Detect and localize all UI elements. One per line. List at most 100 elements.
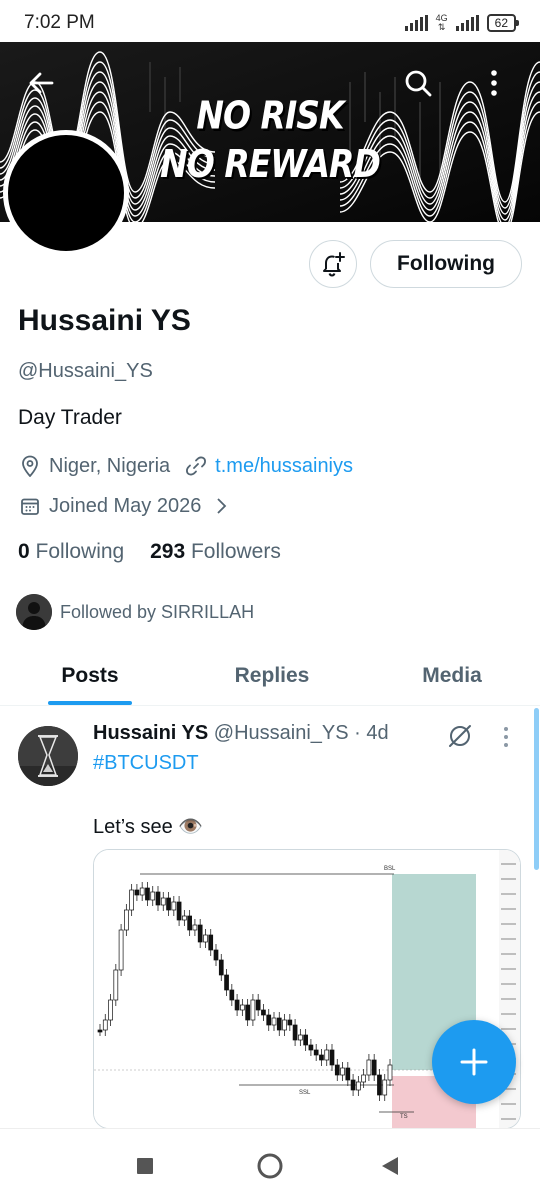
candle-body bbox=[308, 1044, 314, 1051]
tab-posts[interactable]: Posts bbox=[48, 650, 132, 705]
home-button[interactable] bbox=[255, 1151, 285, 1181]
tab-replies[interactable]: Replies bbox=[230, 650, 314, 705]
post-hashtag[interactable]: #BTCUSDT bbox=[93, 752, 199, 775]
profile-location: Niger, Nigeria bbox=[49, 454, 171, 477]
candle-body bbox=[287, 1019, 293, 1026]
candle-body bbox=[282, 1019, 287, 1031]
follow-counts: 0 Following 293 Followers bbox=[18, 540, 281, 564]
candle-body bbox=[255, 999, 261, 1011]
post-author-avatar[interactable] bbox=[18, 726, 78, 786]
grok-icon bbox=[449, 725, 471, 747]
candle-body bbox=[129, 889, 134, 911]
notifications-button[interactable] bbox=[309, 240, 357, 288]
following-button[interactable]: Following bbox=[370, 240, 522, 288]
post-header: Hussaini YS @Hussaini_YS · 4d bbox=[93, 722, 389, 745]
profile-link[interactable]: t.me/hussainiys bbox=[215, 455, 353, 478]
candle-body bbox=[245, 1004, 250, 1021]
bsl-label: BSL bbox=[384, 866, 396, 872]
candle-body bbox=[124, 909, 129, 931]
followers-count-link[interactable]: 293 Followers bbox=[150, 540, 281, 563]
system-nav-bar bbox=[0, 1128, 540, 1200]
post-more-button[interactable] bbox=[502, 726, 510, 753]
candle-body bbox=[150, 891, 156, 901]
candle-body bbox=[324, 1049, 330, 1061]
followers-count: 293 bbox=[150, 540, 186, 563]
profile-handle: @Hussaini_YS bbox=[18, 360, 153, 382]
candle-body bbox=[292, 1024, 298, 1041]
tab-media[interactable]: Media bbox=[410, 650, 494, 705]
recents-button[interactable] bbox=[130, 1151, 160, 1181]
candle-body bbox=[313, 1049, 319, 1056]
candle-body bbox=[334, 1064, 340, 1076]
square-icon bbox=[137, 1158, 153, 1174]
triangle-back-icon bbox=[382, 1157, 398, 1175]
plus-icon bbox=[460, 1048, 488, 1076]
candle-body bbox=[160, 897, 166, 906]
status-time: 7:02 PM bbox=[24, 12, 95, 33]
candle-body bbox=[213, 949, 219, 961]
candle-body bbox=[356, 1081, 361, 1091]
candle-body bbox=[229, 989, 235, 1001]
post-text: Let’s see 👁️ bbox=[93, 816, 204, 838]
arrow-left-icon bbox=[29, 72, 54, 94]
grok-button[interactable] bbox=[446, 722, 474, 755]
candle-body bbox=[371, 1059, 377, 1076]
candle-body bbox=[192, 924, 198, 931]
profile-bio: Day Trader bbox=[18, 406, 122, 429]
candle-body bbox=[303, 1034, 308, 1046]
compose-button[interactable] bbox=[432, 1020, 516, 1104]
followed-by-row[interactable]: Followed by SIRRILLAH bbox=[16, 594, 254, 630]
candle-body bbox=[155, 891, 161, 906]
battery-icon: 62 bbox=[486, 14, 520, 32]
follower-avatar bbox=[16, 594, 52, 630]
search-icon bbox=[405, 70, 432, 97]
back-button[interactable] bbox=[18, 60, 64, 106]
candle-body bbox=[382, 1079, 388, 1096]
search-button[interactable] bbox=[395, 60, 441, 106]
candle-body bbox=[203, 934, 208, 943]
candle-body bbox=[266, 1014, 272, 1026]
calendar-icon bbox=[18, 494, 42, 518]
back-nav-button[interactable] bbox=[375, 1151, 405, 1181]
candle-body bbox=[340, 1067, 345, 1076]
candle-body bbox=[224, 974, 229, 991]
candle-body bbox=[171, 901, 177, 911]
candle-body bbox=[166, 897, 171, 911]
candle-body bbox=[139, 887, 145, 896]
tab-posts-label: Posts bbox=[61, 664, 119, 687]
signal-icon-2 bbox=[455, 15, 479, 31]
candle-body bbox=[361, 1074, 366, 1083]
candle-body bbox=[377, 1074, 382, 1096]
candle-body bbox=[97, 1029, 103, 1033]
profile-joined-row[interactable]: Joined May 2026 bbox=[18, 494, 240, 518]
profile-tabs: Posts Replies Media bbox=[0, 650, 540, 706]
candle-body bbox=[118, 929, 124, 971]
scrollbar[interactable] bbox=[534, 708, 539, 870]
bell-plus-icon bbox=[323, 252, 345, 277]
following-count: 0 bbox=[18, 540, 30, 563]
profile-meta-row: Niger, Nigeria t.me/hussainiys bbox=[18, 454, 353, 478]
more-vertical-icon bbox=[491, 70, 497, 96]
candle-body bbox=[234, 999, 240, 1011]
candle-body bbox=[108, 999, 113, 1021]
more-button[interactable] bbox=[471, 60, 517, 106]
candle-body bbox=[145, 887, 150, 901]
candle-body bbox=[197, 924, 203, 943]
post-author-name[interactable]: Hussaini YS bbox=[93, 722, 208, 744]
following-count-link[interactable]: 0 Following bbox=[18, 540, 124, 563]
profile-avatar[interactable] bbox=[3, 130, 129, 256]
tab-active-indicator bbox=[48, 701, 132, 705]
profile-name: Hussaini YS bbox=[18, 304, 191, 337]
post-separator: · bbox=[354, 722, 361, 744]
hourglass-avatar-art bbox=[18, 726, 78, 786]
candle-body bbox=[240, 1004, 245, 1011]
candle-body bbox=[250, 999, 256, 1021]
candle-body bbox=[345, 1067, 351, 1081]
post-author-handle[interactable]: @Hussaini_YS bbox=[214, 722, 349, 744]
network-indicator: 4G ⇅ bbox=[435, 13, 448, 32]
candle-body bbox=[298, 1034, 303, 1041]
candle-body bbox=[319, 1054, 324, 1061]
candle-body bbox=[187, 915, 192, 931]
candle-body bbox=[176, 901, 182, 921]
post-time: 4d bbox=[366, 722, 389, 744]
